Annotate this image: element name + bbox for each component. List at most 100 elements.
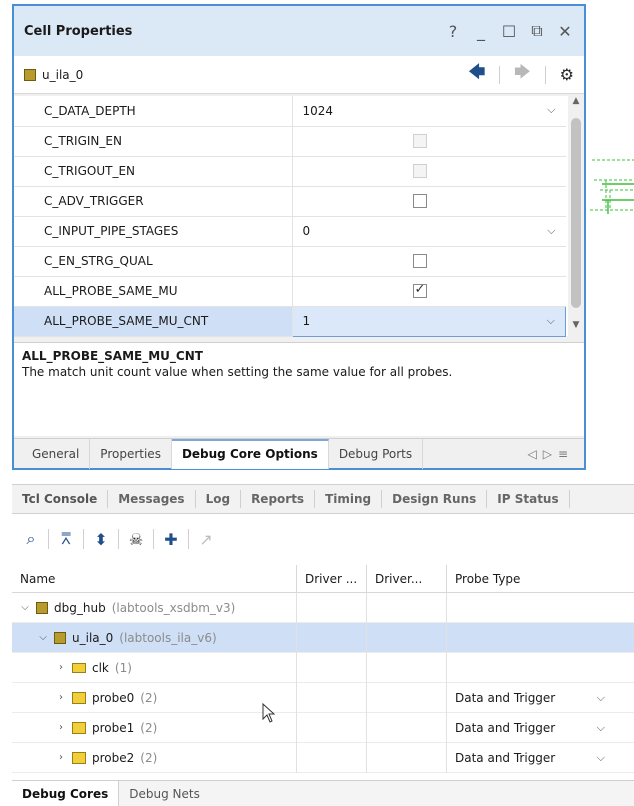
property-checkbox[interactable] bbox=[412, 193, 427, 208]
back-arrow-icon[interactable]: 🡄 bbox=[469, 61, 486, 88]
property-checkbox bbox=[412, 163, 427, 178]
tab-debug-core-options[interactable]: Debug Core Options bbox=[171, 438, 329, 469]
column-header-name[interactable]: Name bbox=[12, 564, 297, 593]
console-tab-strip: Tcl Console Messages Log Reports Timing … bbox=[12, 484, 634, 514]
expand-all-icon[interactable]: ⬍ bbox=[88, 530, 114, 549]
property-row[interactable]: C_TRIGOUT_EN bbox=[14, 156, 566, 187]
probe-type-dropdown[interactable]: Data and Trigger ⌵ bbox=[447, 683, 617, 713]
forward-arrow-icon[interactable]: 🡆 bbox=[514, 61, 531, 88]
tree-item-detail: (labtools_xsdbm_v3) bbox=[111, 600, 236, 615]
debug-cores-tree: ⌵ dbg_hub (labtools_xsdbm_v3) ⌵ u_ila_0 … bbox=[12, 592, 634, 773]
cell-properties-titlebar[interactable]: Cell Properties ? _ ☐ ⧉ ✕ bbox=[14, 6, 584, 56]
chevron-down-icon[interactable]: ⌵ bbox=[38, 623, 48, 653]
restore-icon[interactable]: ⧉ bbox=[528, 21, 546, 41]
minimize-icon[interactable]: _ bbox=[472, 22, 490, 41]
tree-row[interactable]: › probe2 (2) Data and Trigger ⌵ bbox=[12, 742, 634, 773]
cell-properties-tabs: General Properties Debug Core Options De… bbox=[14, 438, 584, 469]
help-icon[interactable]: ? bbox=[444, 22, 462, 41]
chip-icon bbox=[24, 68, 36, 81]
scroll-down-icon[interactable]: ▼ bbox=[568, 320, 584, 336]
tab-debug-ports[interactable]: Debug Ports bbox=[329, 438, 424, 469]
chevron-right-icon[interactable]: › bbox=[56, 683, 66, 713]
property-name: C_DATA_DEPTH bbox=[14, 96, 293, 127]
probe-icon bbox=[72, 691, 86, 704]
tree-item-detail: (1) bbox=[114, 660, 132, 675]
tree-item-name: dbg_hub bbox=[54, 600, 106, 615]
tab-debug-nets[interactable]: Debug Nets bbox=[119, 781, 210, 806]
tab-navigation-icons[interactable]: ◁▷≡ bbox=[527, 447, 584, 461]
tree-row[interactable]: › clk (1) bbox=[12, 652, 634, 683]
maximize-icon[interactable]: ☐ bbox=[500, 22, 518, 41]
tree-row-selected[interactable]: ⌵ u_ila_0 (labtools_ila_v6) bbox=[12, 622, 634, 653]
disconnect-icon[interactable]: ↗ bbox=[193, 530, 219, 549]
scrollbar-thumb[interactable] bbox=[571, 118, 581, 308]
property-row-selected[interactable]: ALL_PROBE_SAME_MU_CNT 1 ⌵ bbox=[14, 305, 566, 337]
gear-icon[interactable]: ⚙ bbox=[560, 65, 574, 84]
property-value: 1 bbox=[302, 314, 311, 328]
property-name: C_TRIGIN_EN bbox=[14, 126, 293, 157]
tree-item-detail: (2) bbox=[140, 720, 158, 735]
chevron-down-icon[interactable]: ⌵ bbox=[547, 103, 555, 117]
close-icon[interactable]: ✕ bbox=[556, 22, 574, 41]
tree-row[interactable]: ⌵ dbg_hub (labtools_xsdbm_v3) bbox=[12, 592, 634, 623]
probe-type-dropdown[interactable]: Data and Trigger ⌵ bbox=[447, 713, 617, 743]
tree-item-detail: (2) bbox=[140, 750, 158, 765]
column-header-driver-pin[interactable]: Driver... bbox=[367, 564, 447, 593]
tab-ip-status[interactable]: IP Status bbox=[487, 490, 570, 508]
property-row[interactable]: C_INPUT_PIPE_STAGES 0 ⌵ bbox=[14, 216, 566, 247]
property-name: C_ADV_TRIGGER bbox=[14, 186, 293, 217]
add-icon[interactable]: ✚ bbox=[158, 530, 184, 549]
tab-debug-cores[interactable]: Debug Cores bbox=[12, 780, 120, 806]
probe-type-value: Data and Trigger bbox=[455, 690, 556, 705]
net-icon bbox=[72, 662, 86, 673]
chevron-down-icon[interactable]: ⌵ bbox=[597, 713, 605, 743]
tab-general[interactable]: General bbox=[22, 438, 91, 469]
tree-item-name: clk bbox=[92, 660, 109, 675]
cell-properties-window: Cell Properties ? _ ☐ ⧉ ✕ u_ila_0 🡄 🡆 ⚙ … bbox=[12, 4, 586, 470]
debug-cores-table-header: Name Driver ... Driver... Probe Type bbox=[12, 564, 634, 593]
tab-timing[interactable]: Timing bbox=[315, 490, 383, 508]
tab-messages[interactable]: Messages bbox=[108, 490, 196, 508]
tree-row[interactable]: › probe1 (2) Data and Trigger ⌵ bbox=[12, 712, 634, 743]
property-value-dropdown[interactable]: 1024 ⌵ bbox=[292, 96, 566, 127]
property-value: 0 bbox=[302, 224, 311, 238]
property-checkbox bbox=[412, 133, 427, 148]
chevron-right-icon[interactable]: › bbox=[56, 713, 66, 743]
chevron-down-icon[interactable]: ⌵ bbox=[547, 224, 555, 238]
chevron-right-icon[interactable]: › bbox=[56, 653, 66, 683]
property-checkbox[interactable] bbox=[412, 253, 427, 268]
property-row[interactable]: C_DATA_DEPTH 1024 ⌵ bbox=[14, 96, 566, 127]
chevron-down-icon[interactable]: ⌵ bbox=[547, 314, 555, 328]
properties-grid: C_DATA_DEPTH 1024 ⌵ C_TRIGIN_EN C_TRIGOUT… bbox=[14, 96, 584, 337]
tab-tcl-console[interactable]: Tcl Console bbox=[12, 490, 109, 508]
tab-reports[interactable]: Reports bbox=[241, 490, 316, 508]
property-row[interactable]: C_EN_STRG_QUAL bbox=[14, 246, 566, 277]
tree-row[interactable]: › probe0 (2) Data and Trigger ⌵ bbox=[12, 682, 634, 713]
tree-item-name: u_ila_0 bbox=[72, 630, 114, 645]
tab-design-runs[interactable]: Design Runs bbox=[382, 490, 488, 508]
scroll-up-icon[interactable]: ▲ bbox=[568, 96, 584, 112]
column-header-probe-type[interactable]: Probe Type bbox=[447, 565, 617, 593]
property-row[interactable]: C_ADV_TRIGGER bbox=[14, 186, 566, 217]
property-name: ALL_PROBE_SAME_MU_CNT bbox=[14, 306, 293, 337]
probe-type-dropdown[interactable]: Data and Trigger ⌵ bbox=[447, 743, 617, 773]
property-row[interactable]: C_TRIGIN_EN bbox=[14, 126, 566, 157]
chevron-right-icon[interactable]: › bbox=[56, 743, 66, 773]
search-icon[interactable]: ⌕ bbox=[18, 529, 44, 549]
collapse-all-icon[interactable]: ⩞ bbox=[53, 529, 79, 549]
property-checkbox-checked[interactable] bbox=[412, 282, 427, 298]
bug-icon[interactable]: ☠ bbox=[123, 530, 149, 549]
probe-icon bbox=[72, 721, 86, 734]
property-row[interactable]: ALL_PROBE_SAME_MU bbox=[14, 276, 566, 307]
chevron-down-icon[interactable]: ⌵ bbox=[597, 743, 605, 773]
property-value-dropdown[interactable]: 1 ⌵ bbox=[291, 305, 566, 337]
tab-log[interactable]: Log bbox=[196, 490, 242, 508]
column-header-driver-cell[interactable]: Driver ... bbox=[297, 564, 367, 593]
tree-item-name: probe0 bbox=[92, 690, 135, 705]
chevron-down-icon[interactable]: ⌵ bbox=[20, 593, 30, 623]
properties-scrollbar[interactable]: ▲ ▼ bbox=[568, 96, 584, 336]
description-text: The match unit count value when setting … bbox=[22, 365, 453, 379]
tab-properties[interactable]: Properties bbox=[90, 438, 172, 469]
property-value-dropdown[interactable]: 0 ⌵ bbox=[292, 216, 566, 247]
chevron-down-icon[interactable]: ⌵ bbox=[597, 683, 605, 713]
